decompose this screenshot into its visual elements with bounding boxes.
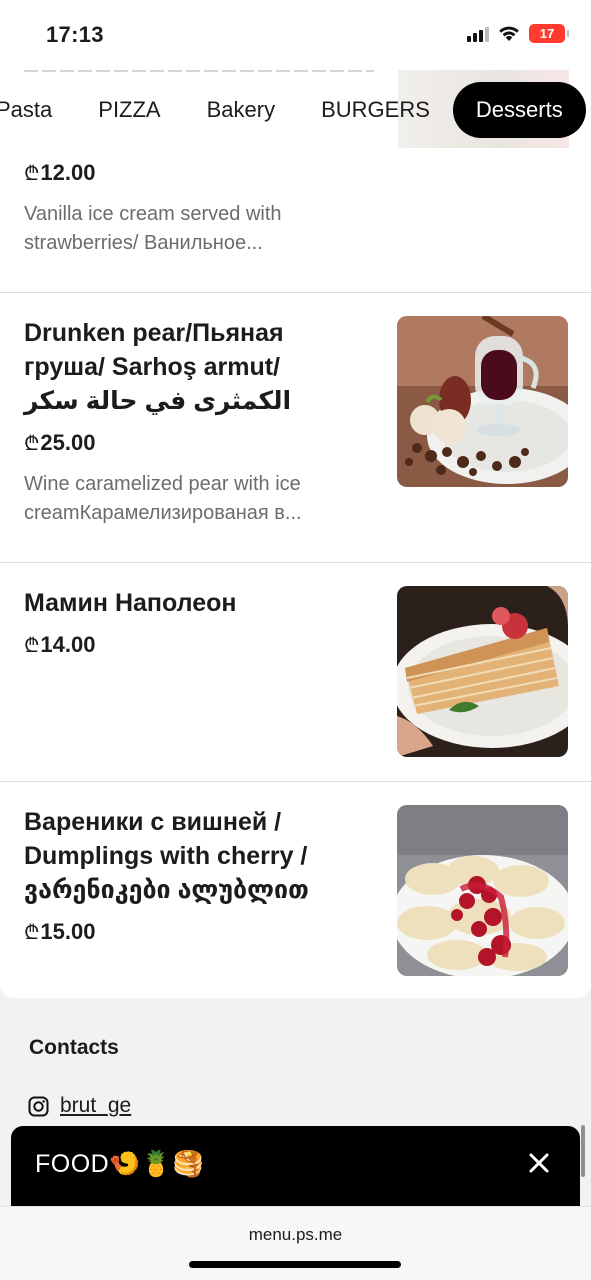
- item-price: ₾25.00: [24, 430, 96, 455]
- menu-item-napoleon[interactable]: Мамин Наполеон ₾14.00: [0, 563, 591, 780]
- tab-desserts[interactable]: Desserts: [452, 82, 586, 138]
- banner-title: FOOD🍤🍍🥞: [35, 1150, 205, 1178]
- item-description: Vanilla ice cream served with strawberri…: [24, 203, 282, 254]
- battery-icon: 17: [529, 24, 569, 43]
- instagram-link[interactable]: brut_ge: [60, 1094, 131, 1118]
- item-price: ₾14.00: [24, 632, 96, 657]
- food-banner[interactable]: FOOD🍤🍍🥞: [11, 1126, 580, 1210]
- category-tabs: Pasta PIZZA Bakery BURGERS Desserts: [0, 70, 591, 150]
- drunken-pear-photo[interactable]: [397, 316, 568, 487]
- menu-item-cherry-dumplings[interactable]: Вареники с вишней / Dumplings with cherr…: [0, 782, 591, 998]
- item-title: Мамин Наполеон: [24, 589, 237, 617]
- url-text[interactable]: menu.ps.me: [0, 1225, 591, 1245]
- menu-item-drunken-pear[interactable]: Drunken pear/Пьяная груша/ Sarhoş armut/…: [0, 293, 591, 561]
- home-indicator[interactable]: [189, 1261, 401, 1268]
- tab-pizza[interactable]: PIZZA: [75, 82, 183, 138]
- tab-burgers[interactable]: BURGERS: [298, 82, 453, 138]
- instagram-icon: [28, 1096, 49, 1116]
- item-title: Вареники с вишней / Dumplings with cherr…: [24, 808, 309, 904]
- scrollbar-thumb[interactable]: [581, 1125, 585, 1177]
- browser-url-bar[interactable]: menu.ps.me: [0, 1206, 591, 1280]
- tab-pasta[interactable]: Pasta: [0, 82, 75, 138]
- napoleon-cake-photo[interactable]: [397, 586, 568, 757]
- contacts-heading: Contacts: [29, 1036, 119, 1059]
- close-icon[interactable]: [524, 1148, 554, 1178]
- status-bar: 17:13 17: [0, 0, 591, 70]
- scrolled-content-peek: [0, 70, 591, 148]
- cherry-dumplings-photo[interactable]: [397, 805, 568, 976]
- category-tab-row: Pasta PIZZA Bakery BURGERS Desserts: [0, 82, 586, 138]
- tab-bakery[interactable]: Bakery: [184, 82, 298, 138]
- item-price: ₾12.00: [24, 160, 96, 185]
- wifi-icon: [499, 26, 519, 41]
- item-title: Drunken pear/Пьяная груша/ Sarhoş armut/…: [24, 319, 292, 415]
- status-icons: 17: [467, 24, 569, 43]
- item-price: ₾15.00: [24, 919, 96, 944]
- instagram-contact[interactable]: brut_ge: [28, 1094, 131, 1118]
- item-description: Wine caramelized pear with ice creamКара…: [24, 473, 302, 524]
- battery-level: 17: [539, 26, 555, 41]
- cellular-signal-icon: [467, 26, 489, 42]
- status-time: 17:13: [46, 22, 104, 47]
